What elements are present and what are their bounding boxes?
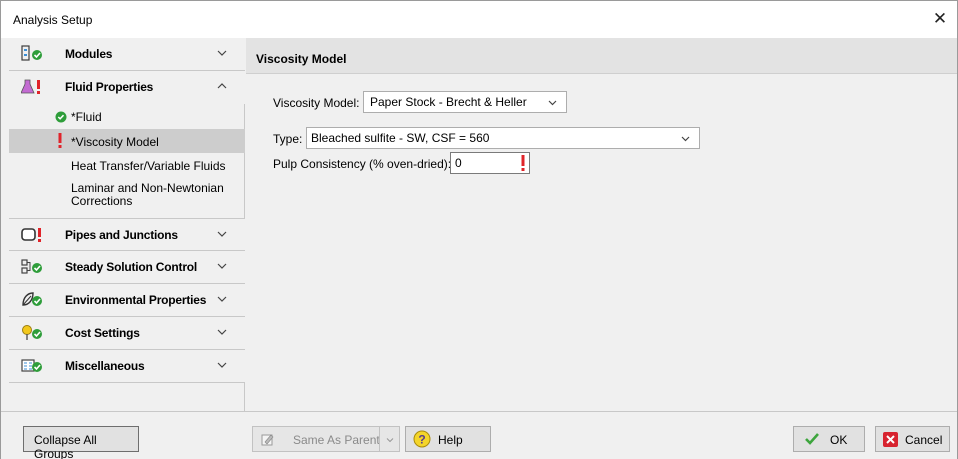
chevron-down-icon[interactable]	[215, 227, 229, 241]
flask-icon	[21, 79, 40, 94]
button-label: OK	[830, 433, 848, 447]
sidebar: Modules Fluid Properties *Fluid *Viscosi…	[9, 38, 245, 411]
cost-icon	[22, 325, 42, 340]
chevron-down-icon[interactable]	[215, 46, 229, 60]
ok-check-icon	[55, 111, 67, 123]
collapse-all-groups-button[interactable]: Collapse All Groups	[23, 426, 139, 459]
sidebar-item-label: Heat Transfer/Variable Fluids	[71, 159, 226, 173]
group-environmental-properties[interactable]: Environmental Properties	[9, 284, 245, 317]
group-pipes-and-junctions[interactable]: Pipes and Junctions	[9, 218, 245, 251]
cancel-button[interactable]: Cancel	[875, 426, 950, 452]
chevron-down-icon[interactable]	[215, 325, 229, 339]
panel-header: Viscosity Model	[246, 38, 957, 74]
chevron-down-icon	[386, 438, 394, 443]
error-icon	[521, 155, 525, 171]
pipe-icon	[21, 228, 41, 242]
svg-text:?: ?	[418, 433, 425, 447]
viscosity-model-select[interactable]: Paper Stock - Brecht & Heller	[363, 91, 567, 113]
viscosity-model-panel: Viscosity Model: Paper Stock - Brecht & …	[246, 74, 957, 411]
cancel-x-icon	[883, 432, 898, 447]
button-label: Collapse All Groups	[34, 433, 97, 459]
type-select[interactable]: Bleached sulfite - SW, CSF = 560	[306, 127, 700, 149]
group-label: Fluid Properties	[65, 80, 154, 94]
ok-button[interactable]: OK	[793, 426, 865, 452]
chevron-down-icon[interactable]	[215, 358, 229, 372]
viscosity-model-label: Viscosity Model:	[273, 96, 360, 110]
chevron-down-icon	[548, 100, 557, 106]
checkmark-icon	[805, 433, 819, 445]
button-label: Help	[438, 433, 463, 447]
group-label: Cost Settings	[65, 326, 140, 340]
chevron-down-icon[interactable]	[215, 292, 229, 306]
pulp-consistency-input[interactable]: 0	[450, 152, 530, 174]
sidebar-item-label: Laminar and Non-Newtonian Corrections	[71, 181, 224, 208]
group-label: Environmental Properties	[65, 293, 207, 307]
group-label: Modules	[65, 47, 113, 61]
sidebar-item-label: *Fluid	[71, 110, 102, 124]
button-label: Cancel	[905, 433, 943, 447]
split-divider	[379, 427, 380, 451]
help-button[interactable]: ? Help	[405, 426, 491, 452]
environment-icon	[22, 292, 42, 306]
sidebar-item-fluid[interactable]: *Fluid	[9, 106, 245, 128]
chevron-down-icon	[681, 136, 690, 142]
pulp-consistency-label: Pulp Consistency (% oven-dried):	[273, 157, 452, 171]
group-label: Steady Solution Control	[65, 260, 198, 274]
type-label: Type:	[273, 132, 303, 146]
modules-icon	[21, 45, 42, 61]
miscellaneous-icon	[21, 359, 42, 372]
chevron-up-icon[interactable]	[215, 79, 229, 93]
title-bar: Analysis Setup ✕	[1, 1, 957, 38]
analysis-setup-window: Analysis Setup ✕ Modules Fluid Propertie	[0, 0, 958, 459]
viscosity-model-value: Paper Stock - Brecht & Heller	[370, 95, 527, 109]
panel-title: Viscosity Model	[256, 52, 347, 66]
sidebar-item-heat-transfer[interactable]: Heat Transfer/Variable Fluids	[9, 155, 245, 177]
pulp-consistency-value: 0	[455, 156, 462, 170]
close-icon[interactable]: ✕	[929, 8, 951, 30]
group-label: Miscellaneous	[65, 359, 145, 373]
sidebar-item-viscosity-model[interactable]: *Viscosity Model	[9, 129, 245, 153]
sidebar-item-label: *Viscosity Model	[71, 135, 159, 149]
help-icon: ?	[413, 430, 431, 448]
same-as-parent-button[interactable]: Same As Parent	[252, 426, 400, 452]
window-title: Analysis Setup	[13, 13, 93, 27]
group-steady-solution-control[interactable]: Steady Solution Control	[9, 251, 245, 284]
type-value: Bleached sulfite - SW, CSF = 560	[311, 131, 490, 145]
error-icon	[58, 133, 62, 148]
group-modules[interactable]: Modules	[9, 38, 245, 71]
sidebar-item-laminar-corrections[interactable]: Laminar and Non-Newtonian Corrections	[9, 178, 245, 214]
same-as-parent-icon	[261, 434, 274, 446]
button-label: Same As Parent	[293, 433, 380, 447]
bottom-bar: Collapse All Groups Same As Parent ? Hel…	[1, 411, 957, 459]
chevron-down-icon[interactable]	[215, 259, 229, 273]
group-label: Pipes and Junctions	[65, 228, 178, 242]
group-fluid-properties[interactable]: Fluid Properties	[9, 71, 245, 104]
group-miscellaneous[interactable]: Miscellaneous	[9, 350, 245, 383]
group-cost-settings[interactable]: Cost Settings	[9, 317, 245, 350]
solution-control-icon	[21, 259, 42, 274]
